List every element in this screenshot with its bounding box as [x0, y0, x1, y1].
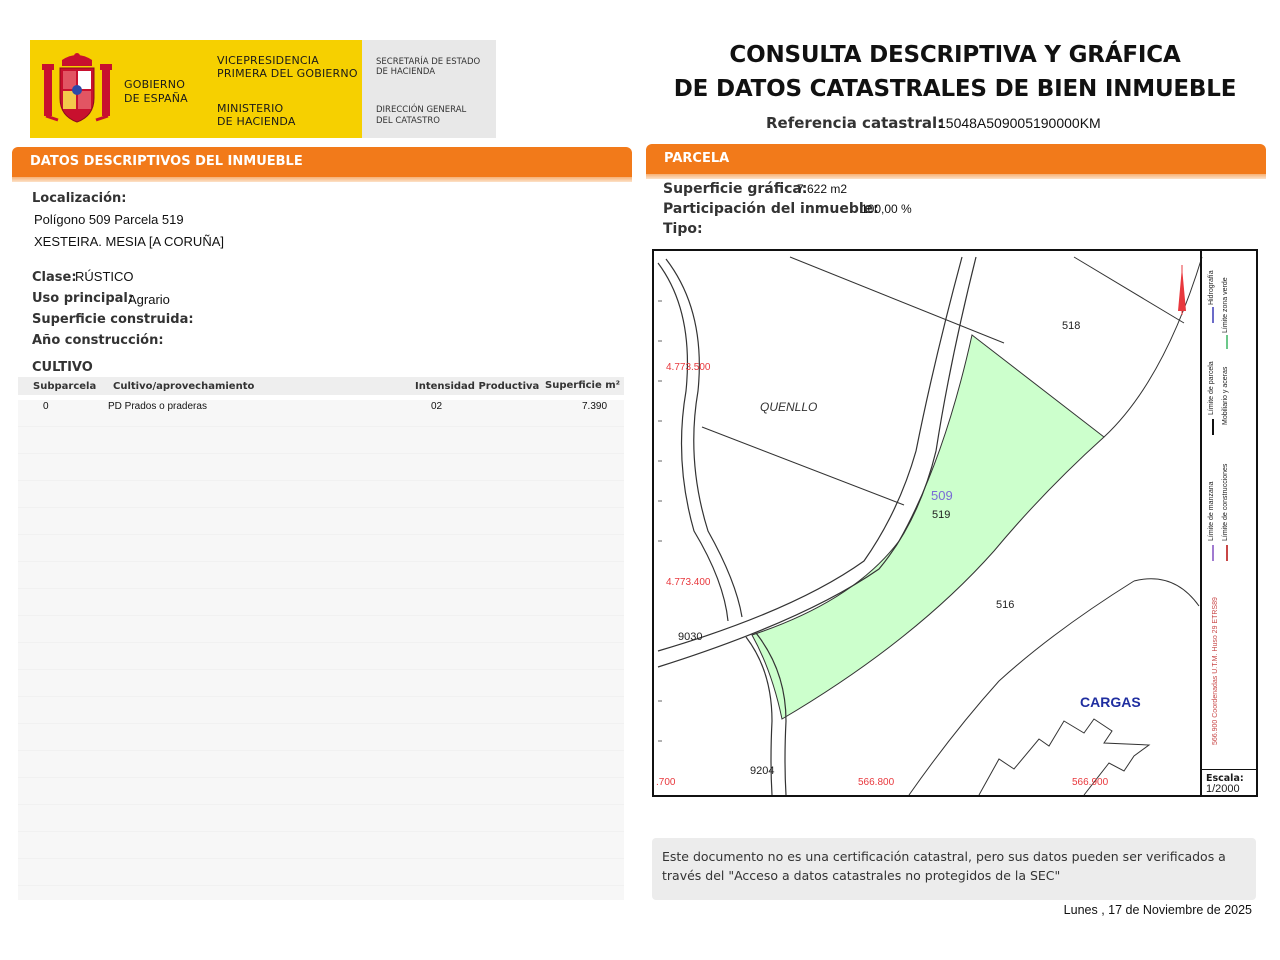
col-subparcela: Subparcela [33, 381, 97, 392]
map-label-road-9030: 9030 [678, 631, 703, 643]
reference-value: 15048A509005190000KM [938, 115, 1101, 131]
document-title-line1: CONSULTA DESCRIPTIVA Y GRÁFICA [729, 42, 1181, 68]
map-coord-y-4773400: 4.773.400 [666, 577, 711, 588]
map-label-quenllo: QUENLLO [760, 400, 818, 414]
legend-mobiliario: Mobiliario y aceras [1222, 366, 1229, 425]
cell-intensidad: 02 [431, 401, 443, 412]
map-label-cargas: CARGAS [1080, 694, 1141, 710]
legend-limite-construcciones: Límite de construcciones [1222, 463, 1229, 541]
clase-value: RÚSTICO [75, 269, 134, 284]
clase-label: Clase: [32, 270, 77, 285]
document-title-line2: DE DATOS CATASTRALES DE BIEN INMUEBLE [673, 76, 1237, 102]
map-label-road-9204: 9204 [750, 765, 775, 777]
col-superficie: Superficie m² [545, 380, 621, 391]
localizacion-line1: Polígono 509 Parcela 519 [34, 212, 184, 227]
map-coord-x-700: .700 [656, 777, 676, 788]
legend-hidrografia: Hidrografía [1208, 270, 1215, 305]
cell-subparcela: 0 [43, 401, 49, 412]
col-intensidad: Intensidad Productiva [415, 381, 540, 392]
direccion-line1: DIRECCIÓN GENERAL [376, 105, 467, 115]
boundary-518-top [1073, 256, 1185, 324]
boundary-top-left [789, 256, 1005, 344]
ministerio-line2: DE HACIENDA [217, 115, 296, 128]
cell-superficie: 7.390 [582, 401, 608, 412]
participacion-value: 100,00 % [861, 202, 912, 216]
boundary-quenllo [701, 426, 905, 506]
ministerio-line1: MINISTERIO [217, 102, 284, 115]
vicepresidencia-line1: VICEPRESIDENCIA [217, 54, 319, 67]
reference-label: Referencia catastral: [766, 114, 944, 132]
building-cargas [978, 718, 1151, 795]
cadastral-map: QUENLLO 509 519 518 516 CARGAS 9030 9204… [652, 249, 1258, 797]
map-label-poligono: 509 [931, 488, 953, 503]
anio-construccion-label: Año construcción: [32, 333, 164, 348]
legend-coordenadas: 566.900 Coordenadas U.T.M. Huso 29 ETRS8… [1212, 597, 1219, 745]
gov-label-line1: GOBIERNO [124, 78, 186, 91]
map-label-518: 518 [1062, 320, 1081, 332]
cultivo-table-body [18, 400, 624, 900]
map-drawing [657, 256, 1203, 795]
superficie-grafica-value: 7.622 m2 [797, 182, 848, 196]
uso-principal-label: Uso principal: [32, 291, 134, 306]
uso-principal-value: Agrario [128, 292, 170, 307]
superficie-construida-label: Superficie construida: [32, 312, 194, 327]
cell-cultivo: PD Prados o praderas [108, 401, 207, 412]
map-coord-x-566900: 566.900 [1072, 777, 1109, 788]
boundary-cargas-south [908, 580, 1135, 795]
superficie-grafica-label: Superficie gráfica: [663, 181, 808, 197]
secretaria-line2: DE HACIENDA [376, 67, 436, 77]
legend-limite-zona-verde: Límite zona verde [1222, 277, 1229, 333]
road-left-edge1 [657, 262, 729, 622]
gov-label-line2: DE ESPAÑA [124, 92, 188, 105]
vicepresidencia-line2: PRIMERA DEL GOBIERNO [217, 67, 358, 80]
y-axis-ticks [658, 300, 662, 742]
localizacion-label: Localización: [32, 191, 127, 206]
direccion-line2: DEL CATASTRO [376, 116, 440, 126]
participacion-label: Participación del inmueble: [663, 201, 879, 217]
disclaimer-note: Este documento no es una certificación c… [652, 838, 1256, 900]
localizacion-line2: XESTEIRA. MESIA [A CORUÑA] [34, 234, 224, 249]
map-label-516: 516 [996, 599, 1015, 611]
boundary-516 [1133, 578, 1200, 607]
map-legend: Hidrografía Límite de parcela Límite de … [1200, 249, 1258, 769]
col-cultivo: Cultivo/aprovechamiento [113, 381, 255, 392]
legend-limite-parcela: Límite de parcela [1208, 361, 1215, 415]
map-scale: Escala: 1/2000 [1200, 769, 1258, 797]
map-coord-y-4773500: 4.773.500 [666, 362, 711, 373]
map-label-parcela: 519 [932, 509, 951, 521]
cultivo-title: CULTIVO [32, 360, 93, 375]
map-coord-x-566800: 566.800 [858, 777, 895, 788]
section-header-parcela: PARCELA [646, 144, 1266, 179]
legend-limite-manzana: Límite de manzana [1208, 481, 1215, 541]
document-date: Lunes , 17 de Noviembre de 2025 [1063, 903, 1252, 917]
tipo-label: Tipo: [663, 221, 703, 237]
spain-coat-of-arms-icon [42, 53, 112, 123]
scale-value: 1/2000 [1206, 783, 1240, 795]
section-header-descriptivos: DATOS DESCRIPTIVOS DEL INMUEBLE [12, 147, 632, 182]
